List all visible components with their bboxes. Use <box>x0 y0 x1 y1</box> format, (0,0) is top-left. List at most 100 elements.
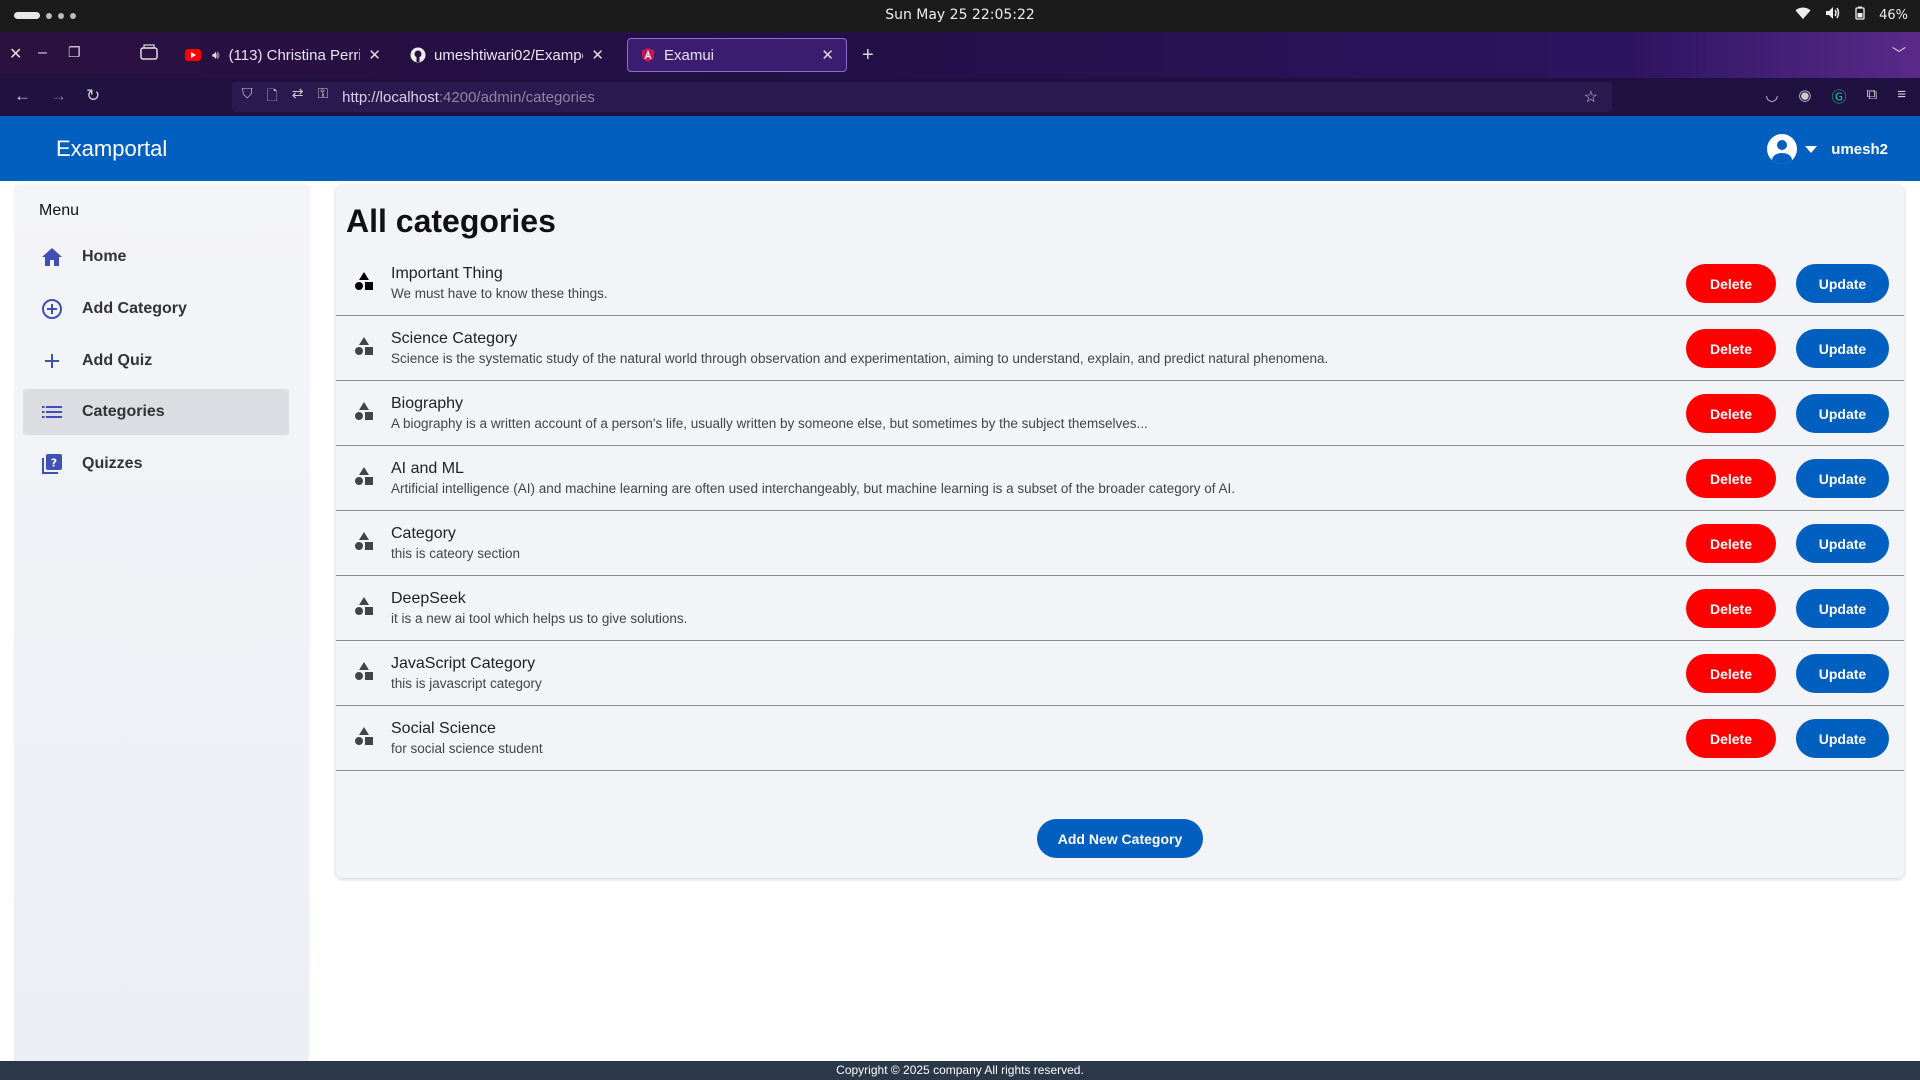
page-title: All categories <box>346 203 556 239</box>
category-row: DeepSeek it is a new ai tool which helps… <box>336 576 1904 641</box>
shield-icon[interactable]: ⛉ <box>242 85 253 109</box>
username: umesh2 <box>1831 140 1888 158</box>
category-name: Category <box>391 525 456 542</box>
os-clock[interactable]: Sun May 25 22:05:22 <box>0 7 1920 23</box>
add-circle-icon <box>40 298 64 320</box>
delete-button[interactable]: Delete <box>1686 719 1776 758</box>
close-tab-icon[interactable]: ✕ <box>583 46 604 64</box>
category-description: this is cateory section <box>391 546 521 561</box>
wifi-icon <box>1795 6 1811 24</box>
forward-icon[interactable]: → <box>50 86 67 106</box>
os-top-bar: Sun May 25 22:05:22 46% <box>0 0 1920 32</box>
restore-window-icon[interactable]: ❐ <box>68 44 81 61</box>
extensions-icon[interactable]: ⧉ <box>1867 86 1878 107</box>
update-button[interactable]: Update <box>1796 524 1889 563</box>
delete-button[interactable]: Delete <box>1686 394 1776 433</box>
category-description: this is javascript category <box>391 676 542 691</box>
page-icon[interactable]: 🗋︎ <box>267 85 278 109</box>
category-icon <box>355 532 373 550</box>
account-icon[interactable]: ◉ <box>1798 86 1811 107</box>
reload-icon[interactable]: ↻ <box>86 86 100 106</box>
category-icon <box>355 402 373 420</box>
category-description: We must have to know these things. <box>391 286 608 301</box>
update-button[interactable]: Update <box>1796 394 1889 433</box>
category-icon <box>355 662 373 680</box>
category-row: Social Science for social science studen… <box>336 706 1904 771</box>
delete-button[interactable]: Delete <box>1686 654 1776 693</box>
svg-text:?: ? <box>51 457 57 470</box>
tab-youtube[interactable]: 🔊︎ (113) Christina Perri - A ✕ <box>173 38 393 72</box>
category-icon <box>355 272 373 290</box>
category-name: Biography <box>391 395 464 412</box>
sidebar: Menu Home Add Category Add Quiz Categori… <box>14 185 308 1061</box>
sidebar-item-categories[interactable]: Categories <box>23 389 289 435</box>
app-menu-icon[interactable]: ≡ <box>1897 86 1906 107</box>
add-icon <box>40 352 64 370</box>
delete-button[interactable]: Delete <box>1686 524 1776 563</box>
os-status-area[interactable]: 46% <box>1795 6 1908 24</box>
speaker-icon[interactable]: 🔊︎ <box>209 47 223 63</box>
tab-examui[interactable]: Examui ✕ <box>627 38 847 72</box>
footer: Copyright © 2025 company All rights rese… <box>0 1061 1920 1080</box>
update-button[interactable]: Update <box>1796 589 1889 628</box>
delete-button[interactable]: Delete <box>1686 589 1776 628</box>
update-button[interactable]: Update <box>1796 719 1889 758</box>
close-window-icon[interactable]: ✕ <box>9 44 22 64</box>
delete-button[interactable]: Delete <box>1686 329 1776 368</box>
category-row: Important Thing We must have to know the… <box>336 251 1904 316</box>
caret-down-icon <box>1805 145 1818 153</box>
workspace-indicator[interactable] <box>14 12 76 19</box>
delete-button[interactable]: Delete <box>1686 264 1776 303</box>
category-row: JavaScript Category this is javascript c… <box>336 641 1904 706</box>
key-icon[interactable]: ⚿ <box>318 85 329 109</box>
bookmark-star-icon[interactable]: ☆ <box>1584 87 1598 107</box>
brand-title[interactable]: Examportal <box>56 136 167 162</box>
new-tab-icon[interactable]: + <box>862 44 874 67</box>
pocket-icon[interactable]: ◡ <box>1765 86 1778 107</box>
category-name: AI and ML <box>391 460 464 477</box>
category-description: Artificial intelligence (AI) and machine… <box>391 481 1235 496</box>
list-icon <box>40 404 64 420</box>
category-row: AI and ML Artificial intelligence (AI) a… <box>336 446 1904 511</box>
url-text[interactable]: http://localhost:4200/admin/categories <box>342 89 595 106</box>
category-description: it is a new ai tool which helps us to gi… <box>391 611 688 626</box>
sidebar-item-add-quiz[interactable]: Add Quiz <box>23 338 289 384</box>
update-button[interactable]: Update <box>1796 654 1889 693</box>
back-icon[interactable]: ← <box>14 86 31 106</box>
grammarly-icon[interactable]: Ⓖ <box>1832 86 1847 107</box>
tab-github[interactable]: umeshtiwari02/Examport ✕ <box>398 38 616 72</box>
browser-nav-bar: ← → ↻ ⛉ 🗋︎ ⇄ ⚿ http://localhost:4200/adm… <box>0 78 1920 116</box>
category-icon <box>355 727 373 745</box>
category-row: Science Category Science is the systemat… <box>336 316 1904 381</box>
permissions-icon[interactable]: ⇄ <box>292 85 304 109</box>
update-button[interactable]: Update <box>1796 329 1889 368</box>
sidebar-item-home[interactable]: Home <box>23 234 289 280</box>
category-icon <box>355 597 373 615</box>
category-name: DeepSeek <box>391 590 466 607</box>
angular-icon <box>640 47 656 63</box>
sidebar-item-quizzes[interactable]: ? Quizzes <box>23 441 289 487</box>
update-button[interactable]: Update <box>1796 459 1889 498</box>
tab-overview-icon[interactable] <box>140 44 158 65</box>
sidebar-title: Menu <box>39 202 80 219</box>
category-row: Biography A biography is a written accou… <box>336 381 1904 446</box>
close-tab-icon[interactable]: ✕ <box>360 46 381 64</box>
quiz-icon: ? <box>40 454 64 474</box>
close-tab-icon[interactable]: ✕ <box>813 46 834 64</box>
delete-button[interactable]: Delete <box>1686 459 1776 498</box>
category-icon <box>355 467 373 485</box>
battery-level: 46% <box>1879 7 1908 23</box>
category-name: JavaScript Category <box>391 655 536 672</box>
add-new-category-button[interactable]: Add New Category <box>1037 819 1203 858</box>
sidebar-item-add-category[interactable]: Add Category <box>23 286 289 332</box>
update-button[interactable]: Update <box>1796 264 1889 303</box>
category-description: for social science student <box>391 741 543 756</box>
categories-card: All categories Important Thing We must h… <box>336 185 1904 878</box>
minimize-window-icon[interactable]: – <box>38 44 47 62</box>
category-name: Science Category <box>391 330 518 347</box>
user-menu[interactable]: umesh2 <box>1767 134 1888 164</box>
url-bar[interactable]: ⛉ 🗋︎ ⇄ ⚿ http://localhost:4200/admin/cat… <box>232 82 1612 112</box>
category-name: Social Science <box>391 720 496 737</box>
category-description: Science is the systematic study of the n… <box>391 351 1329 366</box>
chevron-down-icon[interactable]: ﹀ <box>1892 44 1906 64</box>
